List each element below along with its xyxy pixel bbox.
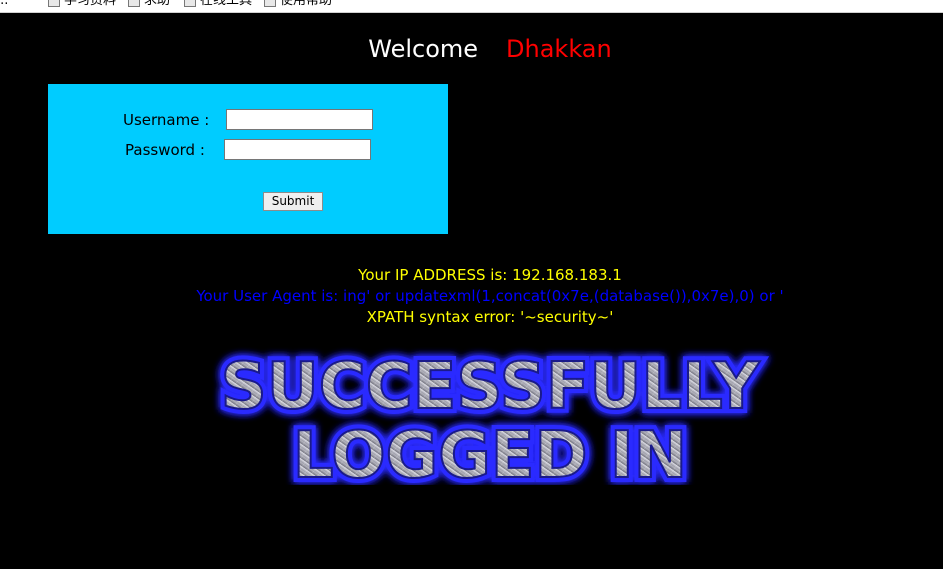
bookmark-item[interactable]: 求助 bbox=[128, 0, 170, 8]
user-agent-text: Your User Agent is: ing' or updatexml(1,… bbox=[196, 287, 784, 305]
bookmark-label: 在线工具 bbox=[200, 0, 253, 8]
username-label: Username : bbox=[123, 111, 210, 129]
bookmark-label: 学习资料 bbox=[64, 0, 117, 8]
bookmark-label: 使用帮助 bbox=[280, 0, 333, 8]
folder-icon bbox=[264, 0, 276, 7]
xpath-error-text: XPATH syntax error: '~security~' bbox=[366, 308, 614, 326]
welcome-text: Welcome bbox=[368, 35, 479, 63]
success-banner: SUCCESSFULLY SUCCESSFULLY LOGGED IN LOGG… bbox=[216, 345, 765, 485]
banner-line1: SUCCESSFULLY bbox=[221, 350, 760, 424]
bookmark-item[interactable]: 在线工具 bbox=[184, 0, 252, 8]
bookmark-item[interactable]: ... bbox=[0, 0, 8, 8]
folder-icon bbox=[48, 0, 60, 7]
folder-icon bbox=[184, 0, 196, 7]
welcome-heading: Welcome Dhakkan bbox=[0, 33, 943, 65]
bookmark-item[interactable]: 使用帮助 bbox=[264, 0, 332, 8]
ip-address-text: Your IP ADDRESS is: 192.168.183.1 bbox=[358, 266, 622, 284]
password-input[interactable] bbox=[224, 139, 371, 160]
banner-line2: LOGGED IN bbox=[293, 419, 687, 485]
bookmarks-bar: ... 学习资料 求助 在线工具 使用帮助 bbox=[0, 0, 943, 13]
bookmark-label: ... bbox=[0, 0, 9, 8]
login-form: Username : Password : Submit bbox=[48, 84, 448, 234]
username-input[interactable] bbox=[226, 109, 373, 130]
submit-button[interactable]: Submit bbox=[263, 192, 323, 211]
bookmark-item[interactable]: 学习资料 bbox=[48, 0, 116, 8]
password-label: Password : bbox=[125, 141, 205, 159]
welcome-name: Dhakkan bbox=[506, 35, 612, 63]
folder-icon bbox=[128, 0, 140, 7]
bookmark-label: 求助 bbox=[144, 0, 171, 8]
